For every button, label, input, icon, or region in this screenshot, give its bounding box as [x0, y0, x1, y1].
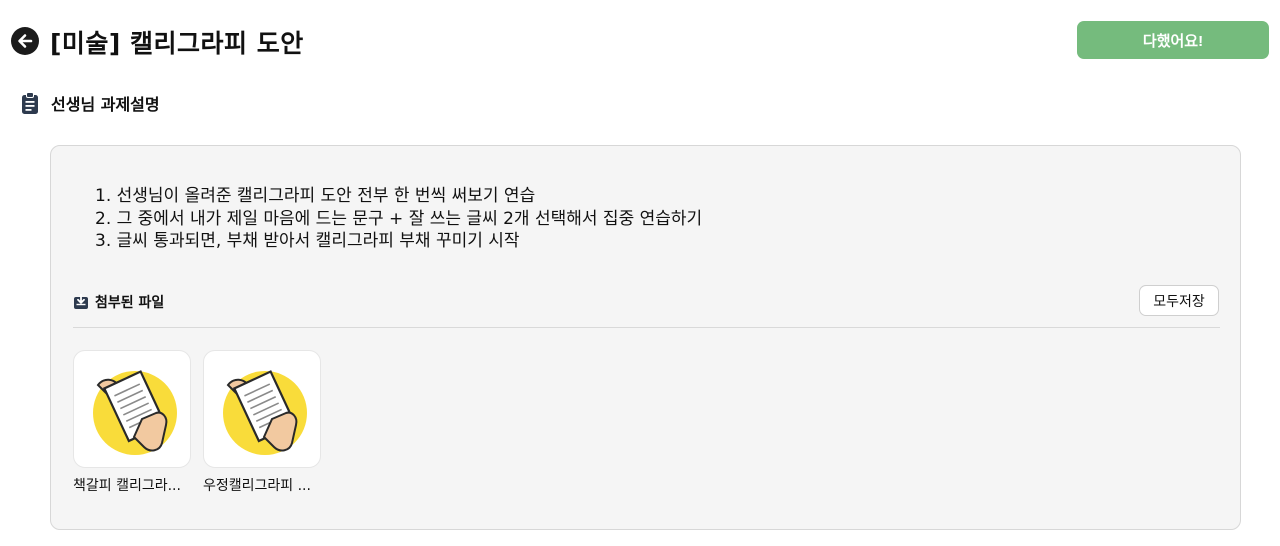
clipboard-icon: [22, 92, 38, 114]
tray-download-icon: [74, 294, 88, 309]
file-thumbnail[interactable]: [203, 350, 321, 468]
header-bar: [미술] 캘리그라피 도안 다했어요!: [0, 0, 1280, 84]
description-header: 선생님 과제설명: [21, 90, 160, 116]
file-thumbnail[interactable]: [73, 350, 191, 468]
back-button[interactable]: [11, 27, 39, 55]
document-hand-icon: [223, 370, 307, 455]
attachment-file[interactable]: 책갈피 캘리그라...: [73, 350, 191, 495]
instruction-list: 1. 선생님이 올려준 캘리그라피 도안 전부 한 번씩 써보기 연습 2. 그…: [95, 185, 702, 253]
file-name: 우정캘리그라피 ...: [203, 478, 311, 494]
page-title: [미술] 캘리그라피 도안: [50, 29, 304, 58]
done-button[interactable]: 다했어요!: [1077, 21, 1269, 59]
description-title: 선생님 과제설명: [51, 95, 160, 114]
document-hand-icon: [93, 370, 177, 455]
arrow-left-circle-icon: [18, 34, 33, 48]
divider: [73, 327, 1220, 328]
attachment-file[interactable]: 우정캘리그라피 ...: [203, 350, 321, 495]
save-all-button[interactable]: 모두저장: [1139, 285, 1219, 316]
attachments-header: 첨부된 파일: [73, 292, 164, 312]
assignment-panel: 1. 선생님이 올려준 캘리그라피 도안 전부 한 번씩 써보기 연습 2. 그…: [50, 145, 1241, 530]
instruction-item: 1. 선생님이 올려준 캘리그라피 도안 전부 한 번씩 써보기 연습: [95, 186, 536, 206]
instruction-item: 2. 그 중에서 내가 제일 마음에 드는 문구 + 잘 쓰는 글씨 2개 선택…: [95, 208, 703, 229]
instruction-item: 3. 글씨 통과되면, 부채 받아서 캘리그라피 부채 꾸미기 시작: [95, 231, 520, 251]
attachments-title: 첨부된 파일: [95, 295, 165, 311]
file-name: 책갈피 캘리그라...: [73, 478, 181, 494]
